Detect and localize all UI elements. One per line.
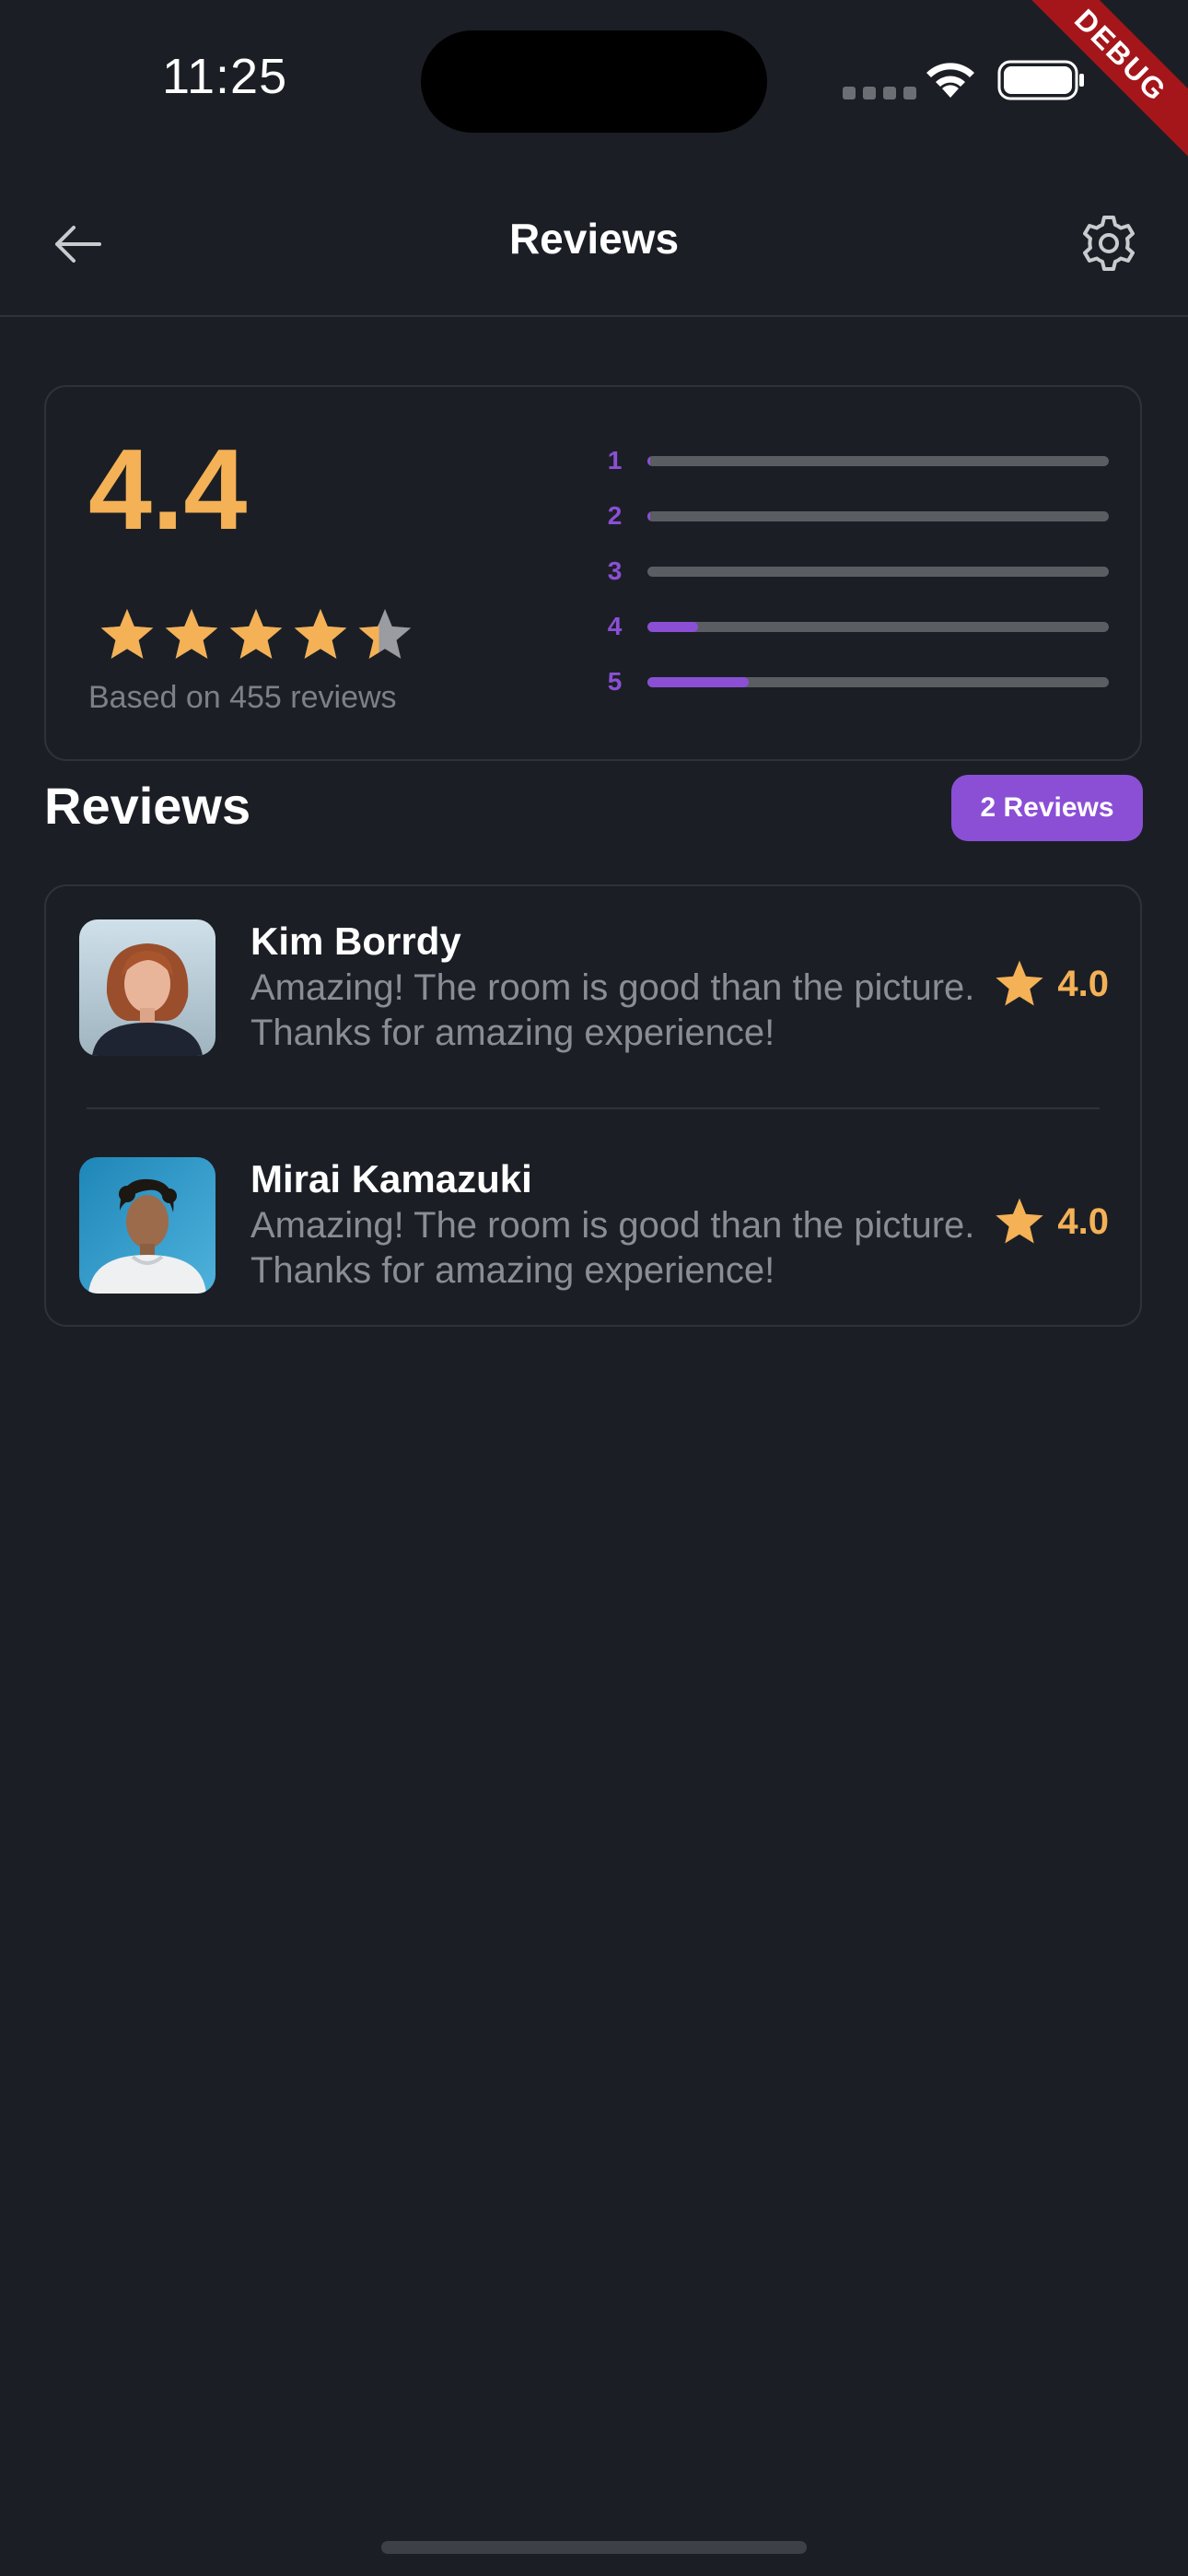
star-icon bbox=[294, 609, 347, 659]
page-title: Reviews bbox=[508, 215, 680, 263]
reviews-count-button[interactable]: 2 Reviews bbox=[951, 775, 1143, 841]
reviewer-name: Kim Borrdy bbox=[250, 919, 461, 963]
distribution-row-4: 4 bbox=[593, 599, 1109, 654]
star-icon bbox=[100, 609, 154, 659]
home-indicator bbox=[381, 2541, 807, 2554]
star-icon bbox=[165, 609, 218, 659]
distribution-row-1: 1 bbox=[593, 433, 1109, 488]
distribution-label: 5 bbox=[607, 667, 623, 696]
review-list: Kim Borrdy Amazing! The room is good tha… bbox=[44, 884, 1142, 1327]
distribution-row-2: 2 bbox=[593, 488, 1109, 544]
distribution-fill bbox=[647, 455, 650, 466]
distribution-track bbox=[647, 510, 1109, 521]
distribution-row-3: 3 bbox=[593, 544, 1109, 599]
distribution-track bbox=[647, 676, 1109, 687]
review-item[interactable]: Mirai Kamazuki Amazing! The room is good… bbox=[46, 1157, 1140, 1323]
cellular-signal-icon bbox=[843, 87, 916, 100]
app-bar: Reviews bbox=[0, 184, 1188, 317]
distribution-track bbox=[647, 621, 1109, 632]
dynamic-island bbox=[421, 30, 767, 133]
avatar bbox=[79, 919, 215, 1056]
reviewer-name: Mirai Kamazuki bbox=[250, 1157, 532, 1200]
average-rating: 4.4 bbox=[88, 427, 248, 554]
star-icon bbox=[996, 1198, 1044, 1244]
review-count-text: Based on 455 reviews bbox=[88, 680, 397, 715]
distribution-label: 3 bbox=[607, 556, 623, 585]
review-item[interactable]: Kim Borrdy Amazing! The room is good tha… bbox=[46, 919, 1140, 1085]
status-time: 11:25 bbox=[162, 49, 288, 104]
distribution-track bbox=[647, 566, 1109, 577]
review-rating-value: 4.0 bbox=[1057, 1200, 1109, 1242]
wifi-icon bbox=[926, 63, 974, 98]
review-text: Amazing! The room is good than the pictu… bbox=[250, 1205, 975, 1291]
distribution-label: 4 bbox=[607, 612, 623, 640]
settings-button[interactable] bbox=[1076, 210, 1142, 276]
distribution-fill bbox=[647, 510, 650, 521]
distribution-track bbox=[647, 455, 1109, 466]
distribution-fill bbox=[647, 676, 750, 687]
reviews-section-title: Reviews bbox=[44, 777, 251, 835]
gear-icon bbox=[1083, 216, 1135, 271]
review-rating-value: 4.0 bbox=[1057, 963, 1109, 1004]
rating-summary-card: 4.4 Based on 455 reviews 1 2 3 4 5 bbox=[44, 385, 1142, 761]
distribution-row-5: 5 bbox=[593, 654, 1109, 709]
avatar bbox=[79, 1157, 215, 1294]
review-divider bbox=[87, 1107, 1100, 1109]
star-icon bbox=[229, 609, 283, 659]
battery-full-icon bbox=[997, 60, 1084, 100]
star-icon bbox=[996, 960, 1044, 1006]
review-rating: 4.0 bbox=[993, 958, 1109, 1010]
distribution-label: 2 bbox=[607, 501, 623, 530]
distribution-label: 1 bbox=[607, 446, 623, 474]
review-text: Amazing! The room is good than the pictu… bbox=[250, 967, 975, 1053]
star-icon bbox=[358, 609, 412, 659]
review-rating: 4.0 bbox=[993, 1196, 1109, 1247]
rating-distribution: 1 2 3 4 5 bbox=[593, 433, 1109, 709]
average-stars bbox=[98, 606, 414, 663]
distribution-fill bbox=[647, 621, 699, 632]
